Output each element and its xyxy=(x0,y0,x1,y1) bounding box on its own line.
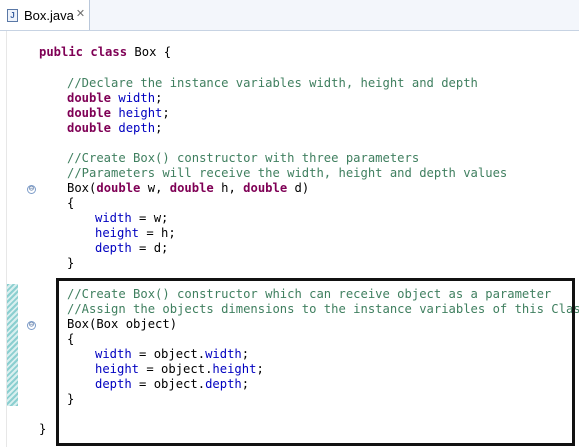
code-line: } xyxy=(39,422,47,436)
tab-label: Box.java xyxy=(24,8,74,23)
code-line: double depth; xyxy=(67,121,163,135)
code-comment: //Parameters will receive the width, hei… xyxy=(67,166,508,180)
code-line: Box(double w, double h, double d) xyxy=(67,181,310,195)
highlight-box xyxy=(56,278,575,446)
change-ruler-marker[interactable] xyxy=(7,284,18,406)
editor-tab-bar: J Box.java ✕ xyxy=(0,0,579,31)
code-line: public class Box { xyxy=(39,45,172,59)
java-file-icon: J xyxy=(7,9,18,22)
code-line: height = h; xyxy=(95,226,176,240)
code-line: { xyxy=(67,196,75,210)
tab-box-java[interactable]: J Box.java ✕ xyxy=(0,0,90,30)
code-comment: //Create Box() constructor with three pa… xyxy=(67,151,420,165)
code-line: depth = d; xyxy=(95,241,169,255)
fold-collapse-icon[interactable]: ⊖ xyxy=(27,185,36,194)
code-editor[interactable]: ⊖ ⊖ public class Box { //Declare the ins… xyxy=(0,31,579,447)
code-line: } xyxy=(67,256,75,270)
fold-collapse-icon[interactable]: ⊖ xyxy=(27,321,36,330)
code-line: width = w; xyxy=(95,211,169,225)
code-line: double width; xyxy=(67,91,163,105)
code-comment: //Declare the instance variables width, … xyxy=(67,76,478,90)
close-icon[interactable]: ✕ xyxy=(75,8,86,19)
code-line: double height; xyxy=(67,106,170,120)
